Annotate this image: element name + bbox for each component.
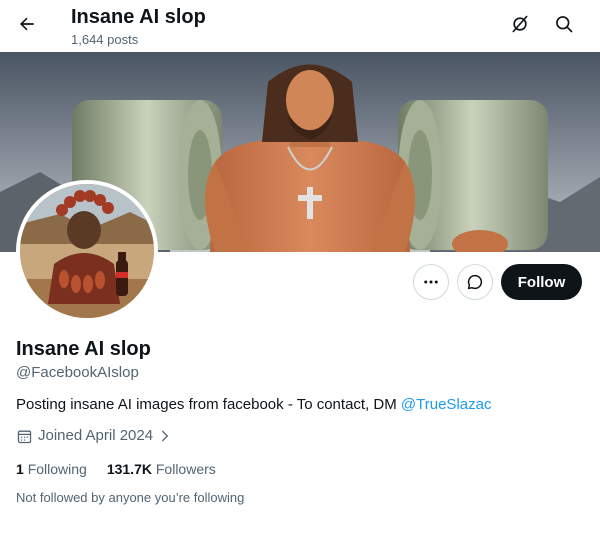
followers-stat[interactable]: 131.7K Followers <box>107 459 216 479</box>
profile-handle: @FacebookAIslop <box>16 364 139 381</box>
not-followed-notice: Not followed by anyone you’re following <box>16 490 245 505</box>
profile-name: Insane AI slop <box>16 338 151 360</box>
avatar[interactable] <box>16 180 158 322</box>
grok-icon <box>512 15 528 33</box>
more-button[interactable] <box>413 264 449 300</box>
chevron-right-icon <box>162 430 169 442</box>
bio-text: Posting insane AI images from facebook -… <box>16 396 401 413</box>
joined-date[interactable]: Joined April 2024 <box>16 426 172 446</box>
followers-label: Followers <box>155 461 216 477</box>
follow-button[interactable]: Follow <box>501 264 582 300</box>
grok-button[interactable] <box>506 10 534 38</box>
followers-count: 131.7K <box>106 461 152 477</box>
profile-bio: Posting insane AI images from facebook -… <box>16 395 491 415</box>
header-title: Insane AI slop <box>71 6 206 28</box>
more-icon <box>424 280 438 284</box>
header-title-block: Insane AI slop 1,644 posts <box>71 4 206 49</box>
bio-mention-link[interactable]: @TrueSlazac <box>401 396 492 413</box>
following-count: 1 <box>16 461 24 477</box>
posts-count: 1,644 posts <box>71 32 139 47</box>
search-icon <box>556 16 573 33</box>
joined-text: Joined April 2024 <box>38 427 154 444</box>
message-button[interactable] <box>457 264 493 300</box>
calendar-icon <box>17 430 32 443</box>
following-label: Following <box>27 461 87 477</box>
profile-header: Insane AI slop 1,644 posts <box>0 0 600 52</box>
following-stat[interactable]: 1 Following <box>16 459 87 479</box>
profile-stats: 1 Following 131.7K Followers <box>16 459 216 479</box>
message-icon <box>467 274 483 290</box>
avatar-image <box>20 184 154 318</box>
back-button[interactable] <box>12 9 42 39</box>
search-button[interactable] <box>550 10 578 38</box>
arrow-left-icon <box>20 17 34 31</box>
